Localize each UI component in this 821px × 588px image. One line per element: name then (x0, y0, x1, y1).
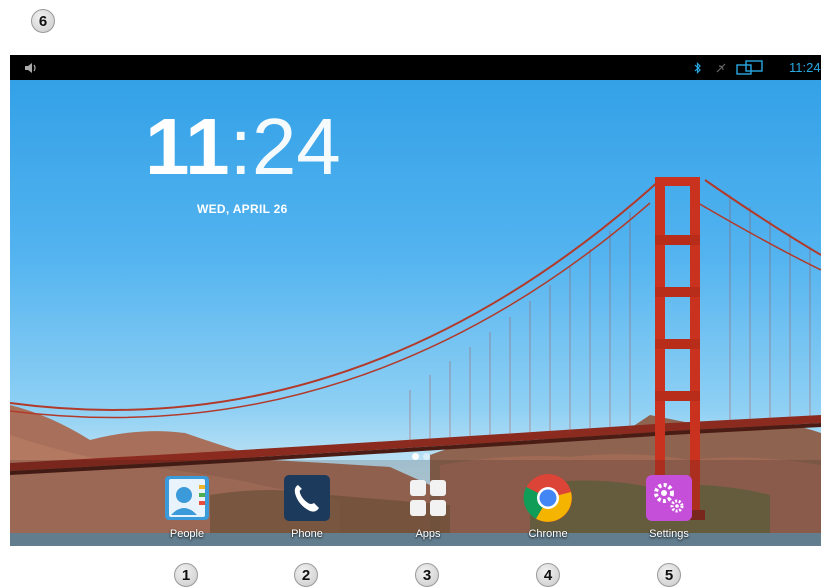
callout-1-number: 1 (181, 566, 191, 584)
chrome-icon (520, 470, 576, 526)
status-time: 11:24 (789, 60, 821, 75)
callout-5-number: 5 (664, 566, 674, 584)
callout-4-number: 4 (543, 566, 553, 584)
app-drawer-icon (400, 470, 456, 526)
clock-hour: 11 (145, 102, 230, 191)
clock-widget[interactable]: 11:24 (145, 107, 341, 187)
app-people-label: People (169, 528, 205, 540)
status-bar: 11:24 (10, 55, 821, 80)
callout-1: 1 (174, 563, 198, 587)
app-chrome[interactable]: Chrome (508, 470, 588, 540)
callout-3-number: 3 (422, 566, 432, 584)
phone-icon (279, 470, 335, 526)
app-settings[interactable]: Settings (629, 470, 709, 540)
callout-4: 4 (536, 563, 560, 587)
app-drawer-label: Apps (415, 528, 441, 540)
callout-6: 6 (31, 9, 55, 33)
clock-colon: : (229, 102, 252, 191)
callout-3: 3 (415, 563, 439, 587)
app-people[interactable]: People (147, 470, 227, 540)
app-chrome-label: Chrome (528, 528, 568, 540)
app-settings-label: Settings (649, 528, 689, 540)
page-indicator-dot-1 (412, 453, 419, 460)
callout-2: 2 (294, 563, 318, 587)
volume-icon (24, 55, 38, 80)
callout-5: 5 (657, 563, 681, 587)
callout-2-number: 2 (301, 566, 311, 584)
screen-mirror-icon (736, 55, 764, 80)
app-phone-label: Phone (291, 528, 323, 540)
page-indicator-dot-2 (423, 453, 430, 460)
settings-gear-icon (641, 470, 697, 526)
app-phone[interactable]: Phone (267, 470, 347, 540)
clock-date: WED, APRIL 26 (197, 202, 288, 216)
callout-6-number: 6 (38, 12, 48, 30)
signal-muted-icon (715, 55, 727, 80)
app-drawer[interactable]: Apps (388, 470, 468, 540)
bluetooth-icon (694, 55, 702, 80)
contacts-icon (159, 470, 215, 526)
clock-minute: 24 (251, 102, 341, 191)
tablet-home-screen: 11:24 11:24 WED, APRIL 26 People Phone A… (10, 55, 821, 546)
